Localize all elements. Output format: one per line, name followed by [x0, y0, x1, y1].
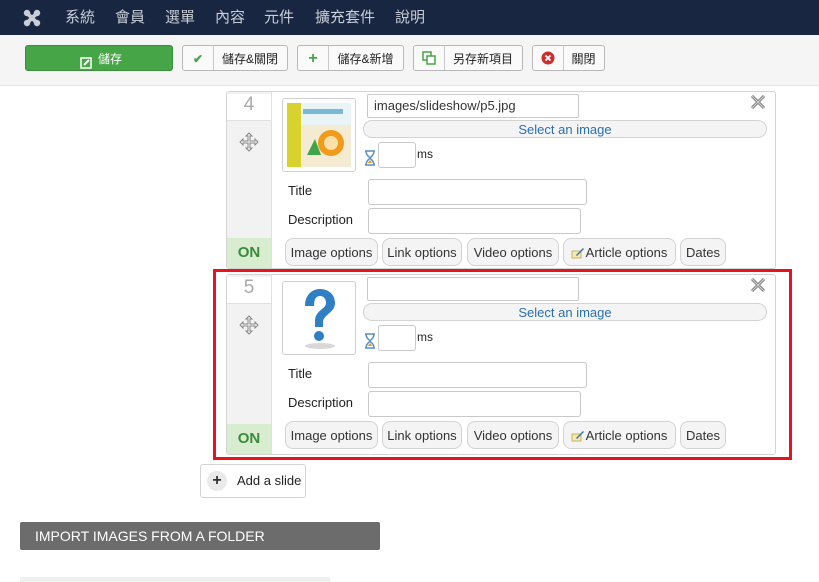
plus-icon: +	[207, 471, 227, 491]
title-label: Title	[288, 183, 313, 198]
save-copy-label: 另存新項目	[452, 52, 513, 66]
remove-x-icon[interactable]	[750, 94, 766, 110]
description-label: Description	[288, 212, 354, 227]
move-icon[interactable]	[239, 132, 259, 152]
close-button[interactable]: 關閉	[532, 45, 605, 71]
highlight-box	[213, 269, 792, 460]
link-options-button[interactable]: Link options	[382, 238, 462, 266]
dates-button[interactable]: Dates	[680, 238, 726, 266]
article-pencil-icon	[571, 248, 584, 259]
slide-status-on[interactable]: ON	[227, 238, 271, 268]
joomla-logo-icon[interactable]	[22, 8, 42, 28]
import-images-button[interactable]: IMPORT IMAGES FROM A FOLDER	[20, 522, 380, 550]
next-section-strip	[20, 577, 330, 582]
save-copy-button[interactable]: 另存新項目	[413, 45, 523, 71]
menu-content[interactable]: 內容	[215, 0, 245, 35]
menu-users[interactable]: 會員	[115, 0, 145, 35]
add-slide-button[interactable]: + Add a slide	[200, 464, 306, 498]
menu-extensions[interactable]: 擴充套件	[315, 0, 375, 35]
hourglass-icon	[365, 150, 375, 166]
slide-image	[287, 103, 351, 167]
save-close-button[interactable]: ✔ 儲存&關閉	[182, 45, 288, 71]
select-image-button[interactable]: Select an image	[363, 120, 767, 138]
save-new-label: 儲存&新增	[337, 52, 394, 66]
article-options-label: Article options	[585, 245, 668, 260]
copy-icon	[414, 46, 445, 70]
slide-side-panel: 4 ON	[227, 92, 272, 268]
description-input[interactable]	[368, 208, 581, 234]
slide-thumbnail[interactable]	[282, 98, 356, 172]
close-circle-icon	[533, 46, 564, 70]
article-options-button[interactable]: Article options	[563, 238, 676, 266]
menu-menus[interactable]: 選單	[165, 0, 195, 35]
slide-number: 4	[227, 94, 271, 121]
menu-system[interactable]: 系統	[65, 0, 95, 35]
save-close-label: 儲存&關閉	[221, 52, 278, 66]
menu-help[interactable]: 說明	[395, 0, 425, 35]
save-new-button[interactable]: + 儲存&新增	[297, 45, 404, 71]
slide-card-4: 4 ON images/slideshow/p5.jpg Select an i…	[226, 91, 776, 269]
image-options-button[interactable]: Image options	[285, 238, 378, 266]
toolbar: 儲存 ✔ 儲存&關閉 + 儲存&新增 另存新項目 關閉	[0, 35, 819, 86]
ms-label: ms	[417, 147, 433, 161]
check-icon: ✔	[183, 46, 214, 70]
add-slide-label: Add a slide	[237, 473, 302, 488]
image-path-input[interactable]: images/slideshow/p5.jpg	[367, 94, 579, 118]
menu-components[interactable]: 元件	[264, 0, 294, 35]
edit-icon	[80, 52, 92, 69]
title-input[interactable]	[368, 179, 587, 205]
plus-icon: +	[298, 46, 329, 70]
close-label: 關閉	[571, 52, 596, 66]
save-button[interactable]: 儲存	[25, 45, 173, 71]
top-navbar: 系統 會員 選單 內容 元件 擴充套件 說明	[0, 0, 819, 35]
save-label: 儲存	[98, 52, 123, 66]
duration-input[interactable]	[378, 142, 416, 168]
video-options-button[interactable]: Video options	[467, 238, 559, 266]
